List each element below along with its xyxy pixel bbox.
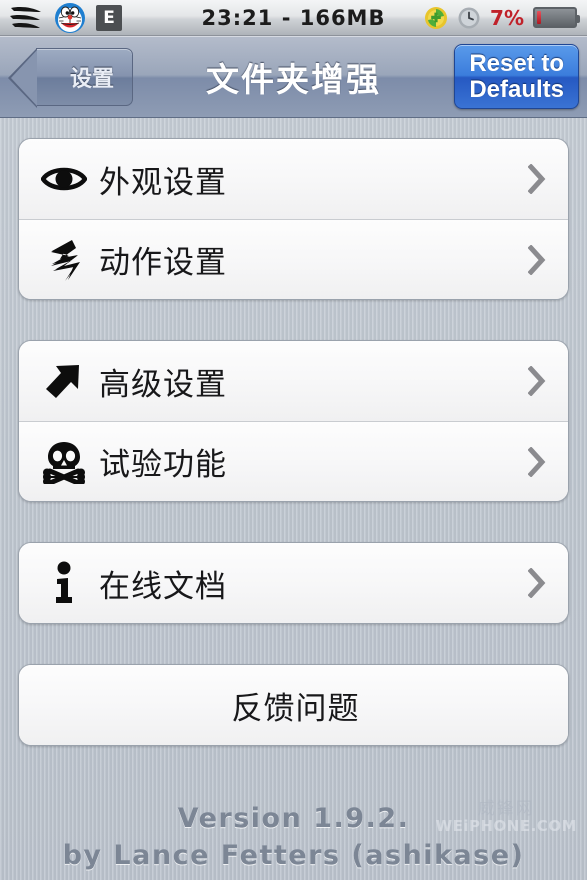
chevron-right-icon bbox=[520, 164, 554, 194]
eye-icon bbox=[37, 162, 91, 196]
navigation-bar: 设置 文件夹增强 Reset to Defaults bbox=[0, 36, 587, 118]
row-label: 反馈问题 bbox=[231, 690, 360, 726]
info-i-icon bbox=[37, 561, 91, 605]
alarm-clock-icon bbox=[457, 6, 481, 30]
battery-percent-label: 7% bbox=[490, 5, 524, 30]
doraemon-avatar-icon bbox=[54, 2, 86, 34]
row-label: 外观设置 bbox=[99, 164, 227, 200]
row-online-documentation[interactable]: 在线文档 bbox=[19, 543, 568, 623]
battery-icon bbox=[533, 7, 580, 28]
lightning-arrow-icon bbox=[37, 238, 91, 282]
reset-button-line1: Reset to bbox=[469, 49, 564, 77]
status-bar-right: 7% bbox=[424, 5, 580, 30]
chevron-right-icon bbox=[520, 366, 554, 396]
watermark: 威锋网 WEiPHONE.COM bbox=[436, 800, 577, 835]
reset-to-defaults-button[interactable]: Reset to Defaults bbox=[454, 43, 579, 110]
chevron-right-icon bbox=[520, 244, 554, 275]
settings-group: 高级设置 试验功能 bbox=[18, 340, 569, 502]
green-plus-icon bbox=[424, 6, 448, 30]
chevron-right-icon bbox=[520, 446, 554, 477]
row-label: 高级设置 bbox=[99, 366, 227, 402]
settings-group: 外观设置 动作设置 bbox=[18, 138, 569, 300]
row-report-issue[interactable]: 反馈问题 bbox=[19, 665, 568, 745]
settings-list: 外观设置 动作设置 高级设置 试验功能 在线文档 反馈问题 bbox=[0, 118, 587, 746]
row-appearance-settings[interactable]: 外观设置 bbox=[19, 139, 568, 219]
footer: Version 1.9.2. by Lance Fetters (ashikas… bbox=[0, 801, 587, 874]
author-label: by Lance Fetters (ashikase) bbox=[62, 839, 525, 871]
watermark-en: WEiPHONE.COM bbox=[435, 817, 577, 835]
wing-signal-icon bbox=[10, 5, 44, 31]
row-action-settings[interactable]: 动作设置 bbox=[19, 219, 568, 299]
back-button-label: 设置 bbox=[70, 65, 115, 91]
row-label: 动作设置 bbox=[99, 245, 227, 280]
settings-group: 反馈问题 bbox=[18, 664, 569, 746]
skull-crossbones-icon bbox=[37, 440, 91, 484]
arrow-up-right-icon bbox=[37, 360, 91, 402]
version-label: Version 1.9.2. bbox=[177, 803, 410, 835]
status-bar-left: E bbox=[10, 2, 122, 34]
back-button[interactable]: 设置 bbox=[7, 47, 134, 108]
status-bar: E 23:21 - 166MB 7% bbox=[0, 0, 587, 36]
row-experimental-features[interactable]: 试验功能 bbox=[19, 421, 568, 501]
chevron-right-icon bbox=[520, 568, 554, 598]
row-label: 试验功能 bbox=[99, 447, 227, 482]
reset-button-line2: Defaults bbox=[469, 75, 564, 103]
watermark-cn: 威锋网 bbox=[477, 799, 535, 818]
row-label: 在线文档 bbox=[99, 568, 227, 604]
edge-network-badge: E bbox=[96, 4, 122, 31]
settings-group: 在线文档 bbox=[18, 542, 569, 624]
row-advanced-settings[interactable]: 高级设置 bbox=[19, 341, 568, 421]
